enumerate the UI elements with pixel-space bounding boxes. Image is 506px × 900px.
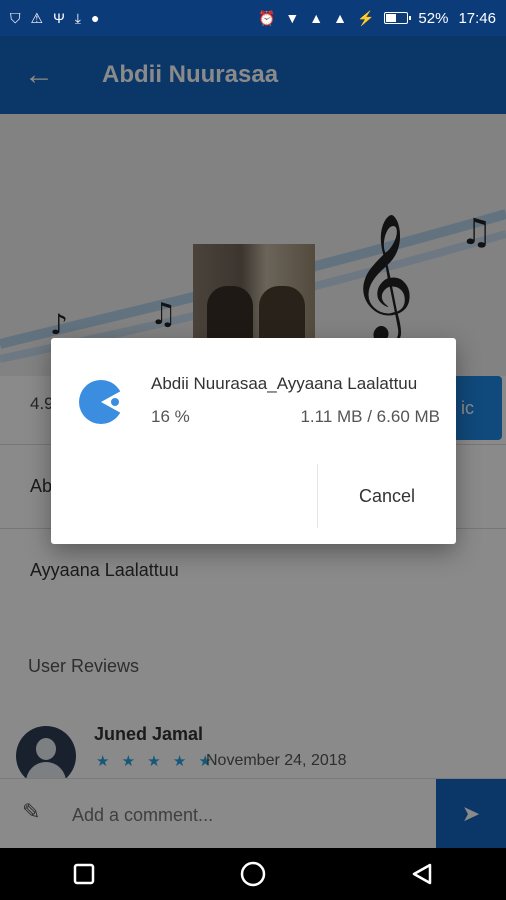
download-icon: ⤓ — [74, 10, 81, 26]
signal-icon: ▲ — [309, 10, 324, 26]
recents-button[interactable] — [56, 854, 112, 894]
charging-icon: ⚡ — [356, 10, 375, 26]
download-dialog: Abdii Nuurasaa_Ayyaana Laalattuu 16 % 1.… — [51, 338, 456, 544]
triangle-back-icon — [412, 863, 431, 885]
clock: 17:46 — [458, 9, 496, 27]
square-icon — [74, 863, 95, 885]
signal-icon: ▲ — [333, 10, 347, 26]
back-nav-button[interactable] — [394, 854, 450, 894]
download-percent: 16 % — [151, 407, 190, 426]
wifi-icon: ▼ — [285, 10, 300, 26]
cancel-button[interactable]: Cancel — [318, 464, 456, 528]
download-file-name: Abdii Nuurasaa_Ayyaana Laalattuu — [151, 374, 418, 393]
home-button[interactable] — [225, 854, 281, 894]
progress-pie-icon — [79, 380, 123, 424]
system-icons: ⏰ ▼ ▲ ▲ ⚡ 52% 17:46 — [258, 10, 496, 27]
system-nav-bar — [0, 848, 506, 900]
warning-icon: ⚠ — [30, 10, 44, 26]
battery-percent: 52% — [418, 9, 449, 27]
alarm-icon: ⏰ — [257, 10, 276, 26]
battery-icon — [384, 12, 412, 24]
notification-icons: ⛉ ⚠ Ψ ⤓ ● — [10, 11, 99, 25]
android-icon: ● — [90, 10, 100, 26]
status-bar: ⛉ ⚠ Ψ ⤓ ● ⏰ ▼ ▲ ▲ ⚡ 52% 17:46 — [0, 0, 506, 36]
battery-fill — [386, 14, 397, 22]
shield-icon: ⛉ — [10, 10, 21, 26]
usb-icon: Ψ — [53, 10, 65, 26]
circle-icon — [240, 861, 266, 887]
download-size: 1.11 MB / 6.60 MB — [300, 407, 440, 426]
